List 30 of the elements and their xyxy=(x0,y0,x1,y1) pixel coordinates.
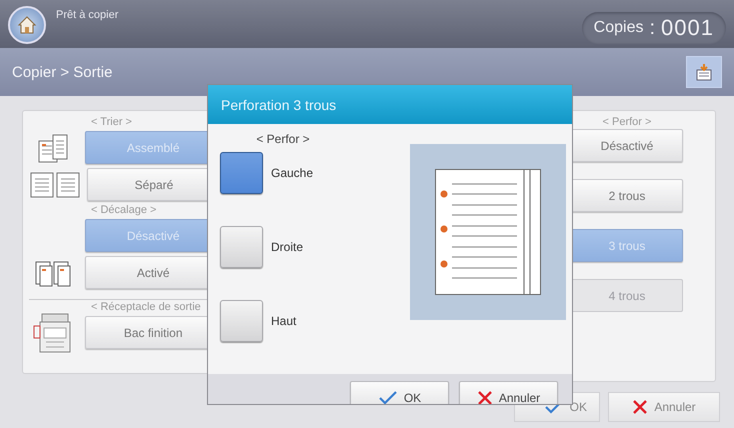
section-label: < Perfor > xyxy=(255,132,311,146)
home-button[interactable] xyxy=(8,6,46,44)
status-text: Prêt à copier xyxy=(56,9,120,21)
copies-label: Copies xyxy=(594,19,644,37)
close-icon xyxy=(632,399,648,415)
option-label: Haut xyxy=(271,314,296,328)
document-tray-icon xyxy=(694,62,714,82)
ok-button[interactable]: OK xyxy=(350,381,449,404)
option-button[interactable]: 2 trous xyxy=(571,179,683,212)
group-label: < Trier > xyxy=(90,115,133,129)
checkmark-icon xyxy=(378,390,398,404)
home-icon xyxy=(17,15,37,35)
close-icon xyxy=(476,390,493,404)
option-label: Droite xyxy=(271,240,304,254)
group-label: < Réceptacle de sortie xyxy=(90,300,202,314)
group-label: < Perfor > xyxy=(602,115,652,129)
separate-pages-icon xyxy=(29,170,81,198)
cancel-button[interactable]: Annuler xyxy=(459,381,558,404)
cancel-button[interactable]: Annuler xyxy=(608,392,720,422)
option-toggle[interactable] xyxy=(220,152,263,194)
breadcrumb: Copier > Sortie xyxy=(12,64,114,80)
group-label: < Décalage > xyxy=(90,203,158,217)
job-button[interactable] xyxy=(686,56,722,88)
copies-separator: : xyxy=(649,16,656,40)
option-toggle[interactable] xyxy=(220,226,263,268)
option-toggle[interactable] xyxy=(220,300,263,342)
option-button[interactable]: Désactivé xyxy=(571,129,683,162)
dialog-title: Perforation 3 trous xyxy=(208,85,572,124)
option-label: Gauche xyxy=(271,166,314,180)
copies-value: 0001 xyxy=(661,15,714,41)
